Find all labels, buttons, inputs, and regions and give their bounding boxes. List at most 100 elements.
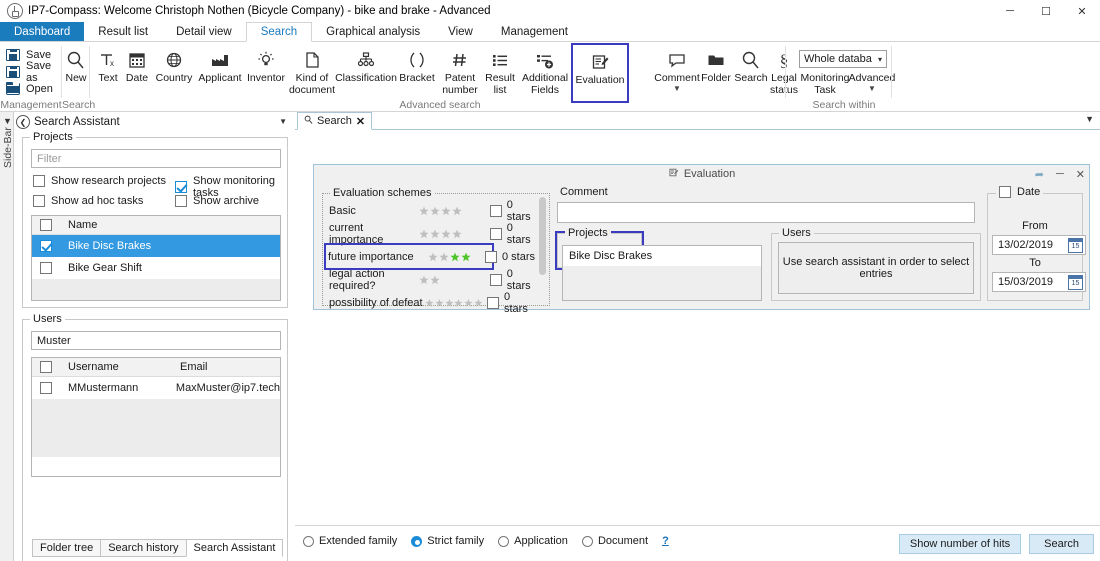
row-checkbox[interactable] [32, 381, 60, 394]
scheme-checkbox-row[interactable]: 0 stars [489, 268, 535, 292]
calendar-icon[interactable]: 15 [1068, 275, 1083, 290]
checkbox-box[interactable] [484, 250, 497, 263]
tab-search-history[interactable]: Search history [100, 539, 187, 557]
table-row[interactable]: MMustermann MaxMuster@ip7.tech [32, 377, 280, 399]
radio-circle[interactable] [498, 535, 510, 547]
ribbon-button-folder[interactable]: Folder [699, 44, 733, 85]
row-checkbox[interactable] [32, 239, 60, 252]
column-header-name[interactable]: Name [60, 219, 97, 231]
minimize-button[interactable]: ─ [992, 0, 1028, 22]
show-number-of-hits-button[interactable]: Show number of hits [898, 534, 1022, 554]
ribbon-button-country[interactable]: Country [152, 44, 196, 85]
select-all-checkbox[interactable] [32, 219, 60, 231]
ribbon-tab-management[interactable]: Management [487, 22, 582, 41]
radio-circle[interactable] [581, 535, 593, 547]
checkbox-box[interactable] [33, 175, 45, 187]
scheme-star-rating[interactable] [428, 252, 486, 262]
select-all-checkbox[interactable] [32, 361, 60, 373]
checkbox-box[interactable] [33, 195, 45, 207]
side-bar-strip[interactable]: ▼ Side-Bar [0, 112, 14, 561]
projects-filter-input[interactable]: Filter [31, 149, 281, 168]
checkbox-box[interactable] [999, 186, 1011, 198]
scheme-checkbox-row[interactable]: 0 stars [484, 250, 535, 263]
radio-application[interactable]: Application [498, 535, 568, 547]
checkbox-box[interactable] [175, 195, 187, 207]
table-row[interactable]: Bike Disc Brakes [32, 235, 280, 257]
calendar-icon[interactable]: 15 [1068, 238, 1083, 253]
ribbon-tab-search[interactable]: Search [245, 22, 313, 42]
ribbon-tab-result-list[interactable]: Result list [84, 22, 162, 41]
ribbon-button-classification[interactable]: Classification [335, 44, 397, 85]
close-icon[interactable]: ✕ [356, 115, 365, 128]
ribbon-button-kind-of-document[interactable]: Kind of document [288, 44, 336, 96]
ribbon-button-inventor[interactable]: Inventor [244, 44, 288, 85]
list-item[interactable]: Bike Disc Brakes [563, 246, 761, 266]
projects-grid[interactable]: Name Bike Disc Brakes Bike Gear Shift [31, 215, 281, 301]
column-header-username[interactable]: Username [60, 361, 172, 373]
pin-icon[interactable]: ▼ [1085, 114, 1094, 124]
column-header-email[interactable]: Email [172, 361, 208, 373]
radio-strict-family[interactable]: Strict family [411, 535, 484, 547]
close-button[interactable]: ✕ [1076, 168, 1085, 181]
checkbox-show-research-projects[interactable]: Show research projects [33, 175, 166, 187]
scrollbar-thumb[interactable] [539, 197, 546, 275]
ribbon-tab-graphical-analysis[interactable]: Graphical analysis [312, 22, 434, 41]
help-link[interactable]: ? [662, 535, 669, 547]
scheme-row-current-importance[interactable]: current importance 0 stars [329, 222, 535, 246]
document-tab-search[interactable]: Search ✕ [297, 112, 373, 130]
tab-search-assistant[interactable]: Search Assistant [185, 539, 284, 557]
ribbon-button-applicant[interactable]: Applicant [196, 44, 244, 85]
radio-circle[interactable] [411, 535, 423, 547]
scheme-row-possibility-of-defeat[interactable]: possibility of defeat 0 stars [329, 291, 535, 315]
scheme-row-basic[interactable]: Basic 0 stars [329, 199, 535, 223]
ribbon-button-text[interactable]: x Text [94, 44, 122, 85]
ribbon-button-date[interactable]: Date [122, 44, 152, 85]
date-to-field[interactable]: 15/03/2019 15 [992, 272, 1086, 292]
ribbon-tab-view[interactable]: View [434, 22, 487, 41]
dialog-projects-list[interactable]: Bike Disc Brakes [562, 245, 762, 301]
checkbox-show-archive[interactable]: Show archive [175, 195, 259, 207]
chevron-down-icon[interactable]: ▼ [673, 84, 681, 92]
close-button[interactable]: ✕ [1064, 0, 1100, 22]
ribbon-button-new[interactable]: New [62, 44, 90, 85]
ribbon-button-comment[interactable]: Comment ▼ [654, 44, 700, 92]
table-row[interactable]: Bike Gear Shift [32, 257, 280, 279]
checkbox-box[interactable] [489, 204, 502, 217]
tab-folder-tree[interactable]: Folder tree [32, 539, 102, 557]
radio-extended-family[interactable]: Extended family [303, 535, 397, 547]
users-grid[interactable]: Username Email MMustermann MaxMuster@ip7… [31, 357, 281, 477]
caret-down-icon[interactable]: ▼ [279, 117, 287, 126]
ribbon-button-result-list[interactable]: Result list [482, 44, 518, 96]
scheme-checkbox-row[interactable]: 0 stars [486, 291, 535, 315]
ribbon-button-search[interactable]: Search [733, 44, 769, 85]
scheme-star-rating[interactable] [425, 298, 483, 308]
scheme-star-rating[interactable] [419, 229, 471, 239]
evaluation-schemes-scrollbar[interactable] [537, 195, 548, 304]
radio-document[interactable]: Document [581, 535, 648, 547]
ribbon-button-evaluation[interactable]: Evaluation [571, 43, 629, 103]
ribbon-button-additional-fields[interactable]: Additional Fields [518, 44, 572, 96]
ribbon-button-bracket[interactable]: Bracket [396, 44, 438, 85]
date-enable-checkbox[interactable]: Date [996, 186, 1044, 198]
checkbox-box[interactable] [175, 181, 187, 193]
checkbox-box[interactable] [489, 273, 502, 286]
chevron-down-icon[interactable]: ▾ [878, 55, 882, 64]
scheme-star-rating[interactable] [419, 206, 471, 216]
scheme-row-legal-action-required[interactable]: legal action required? 0 stars [329, 268, 535, 292]
radio-circle[interactable] [303, 535, 314, 547]
scope-combo[interactable]: Whole databa ▾ [799, 50, 887, 68]
checkbox-box[interactable] [489, 227, 502, 240]
ribbon-button-legal-status[interactable]: § Legal status [769, 44, 799, 96]
restore-button[interactable]: ➦ [1035, 168, 1044, 181]
scheme-star-rating[interactable] [419, 275, 471, 285]
ribbon-item-open[interactable]: Open [0, 80, 62, 97]
chevron-left-icon[interactable]: ❮ [16, 115, 30, 129]
scheme-checkbox-row[interactable]: 0 stars [489, 222, 535, 246]
checkbox-show-ad-hoc-tasks[interactable]: Show ad hoc tasks [33, 195, 143, 207]
ribbon-tab-dashboard[interactable]: Dashboard [0, 22, 85, 41]
checkbox-box[interactable] [486, 296, 499, 309]
minimize-button[interactable]: ─ [1056, 168, 1064, 180]
row-checkbox[interactable] [32, 261, 60, 274]
pin-icon[interactable]: ▼ [3, 116, 12, 126]
date-from-field[interactable]: 13/02/2019 15 [992, 235, 1086, 255]
